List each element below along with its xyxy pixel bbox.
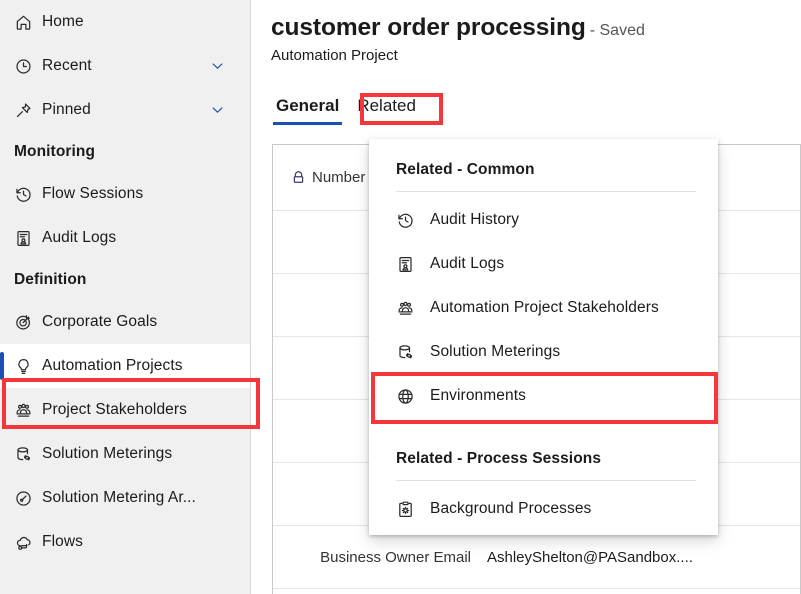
form-row: Business Owner Email AshleyShelton@PASand…: [273, 526, 800, 589]
sidebar-item-label: Corporate Goals: [42, 313, 158, 330]
target-icon: [14, 311, 42, 333]
sidebar-item-label: Flow Sessions: [42, 185, 144, 202]
database-icon: [396, 343, 430, 362]
save-status: - Saved: [589, 22, 645, 39]
menu-section-header: Related - Common: [396, 161, 535, 178]
sidebar-item-label: Solution Meterings: [42, 445, 173, 462]
menu-item-audit-logs[interactable]: Audit Logs: [369, 242, 718, 286]
chevron-down-icon[interactable]: [209, 102, 226, 119]
home-icon: [14, 11, 42, 33]
form-field-label: Business Owner Email: [320, 548, 471, 566]
sidebar-item-home[interactable]: Home: [0, 0, 250, 44]
sidebar-item-label: Solution Metering Ar...: [42, 489, 196, 506]
audit-log-icon: [14, 227, 42, 249]
people-icon: [396, 299, 430, 318]
audit-log-icon: [396, 255, 430, 274]
related-dropdown-menu: Related - Common Audit History Audit Logs A…: [369, 139, 718, 535]
menu-item-audit-history[interactable]: Audit History: [369, 198, 718, 242]
page-title: customer order processing: [271, 14, 586, 41]
sidebar: Home Recent Pinned Monitoring Flow Sessions A…: [0, 0, 251, 594]
sidebar-item-pinned[interactable]: Pinned: [0, 88, 250, 132]
people-icon: [14, 399, 42, 421]
tab-general[interactable]: General: [271, 92, 344, 125]
menu-item-label: Audit History: [430, 211, 520, 228]
sidebar-item-project-stakeholders[interactable]: Project Stakeholders: [0, 388, 250, 432]
lightbulb-icon: [14, 355, 42, 377]
menu-item-label: Automation Project Stakeholders: [430, 299, 659, 316]
menu-item-label: Audit Logs: [430, 255, 505, 272]
sidebar-item-label: Automation Projects: [42, 357, 183, 374]
sidebar-item-flows[interactable]: Flows: [0, 520, 250, 564]
page-header: customer order processing - Saved Automat…: [252, 0, 801, 64]
chevron-down-icon[interactable]: [209, 58, 226, 75]
menu-item-automation-project-stakeholders[interactable]: Automation Project Stakeholders: [369, 286, 718, 330]
menu-item-background-processes[interactable]: Background Processes: [369, 487, 718, 531]
clipboard-gear-icon: [396, 500, 430, 519]
app-root: Home Recent Pinned Monitoring Flow Sessions A…: [0, 0, 801, 594]
sidebar-group-definition: Definition: [14, 271, 87, 288]
sidebar-item-label: Audit Logs: [42, 229, 117, 246]
page-subtitle: Automation Project: [271, 47, 398, 64]
tab-strip: General Related: [271, 92, 421, 125]
sidebar-item-label: Pinned: [42, 101, 91, 118]
sidebar-item-audit-logs[interactable]: Audit Logs: [0, 216, 250, 260]
menu-section-header: Related - Process Sessions: [396, 450, 602, 467]
sidebar-item-label: Flows: [42, 533, 83, 550]
sidebar-item-label: Recent: [42, 57, 92, 74]
globe-icon: [396, 387, 430, 406]
gauge-icon: [14, 487, 42, 509]
history-icon: [396, 211, 430, 230]
lock-icon: [291, 170, 306, 185]
clock-icon: [14, 55, 42, 77]
sidebar-item-flow-sessions[interactable]: Flow Sessions: [0, 172, 250, 216]
database-icon: [14, 443, 42, 465]
flow-cloud-icon: [14, 531, 42, 553]
sidebar-item-solution-metering-ar[interactable]: Solution Metering Ar...: [0, 476, 250, 520]
sidebar-item-recent[interactable]: Recent: [0, 44, 250, 88]
menu-item-label: Environments: [430, 387, 526, 404]
menu-item-label: Solution Meterings: [430, 343, 561, 360]
sidebar-item-label: Home: [42, 13, 84, 30]
sidebar-item-label: Project Stakeholders: [42, 401, 188, 418]
menu-item-solution-meterings[interactable]: Solution Meterings: [369, 330, 718, 374]
menu-item-environments[interactable]: Environments: [369, 374, 718, 418]
form-field-value[interactable]: AshleyShelton@PASandbox....: [487, 549, 693, 566]
pin-icon: [14, 99, 42, 121]
history-icon: [14, 183, 42, 205]
menu-item-label: Background Processes: [430, 500, 592, 517]
sidebar-item-corporate-goals[interactable]: Corporate Goals: [0, 300, 250, 344]
tab-related[interactable]: Related: [352, 92, 421, 125]
sidebar-item-automation-projects[interactable]: Automation Projects: [0, 344, 250, 388]
sidebar-item-solution-meterings[interactable]: Solution Meterings: [0, 432, 250, 476]
sidebar-group-monitoring: Monitoring: [14, 143, 96, 160]
